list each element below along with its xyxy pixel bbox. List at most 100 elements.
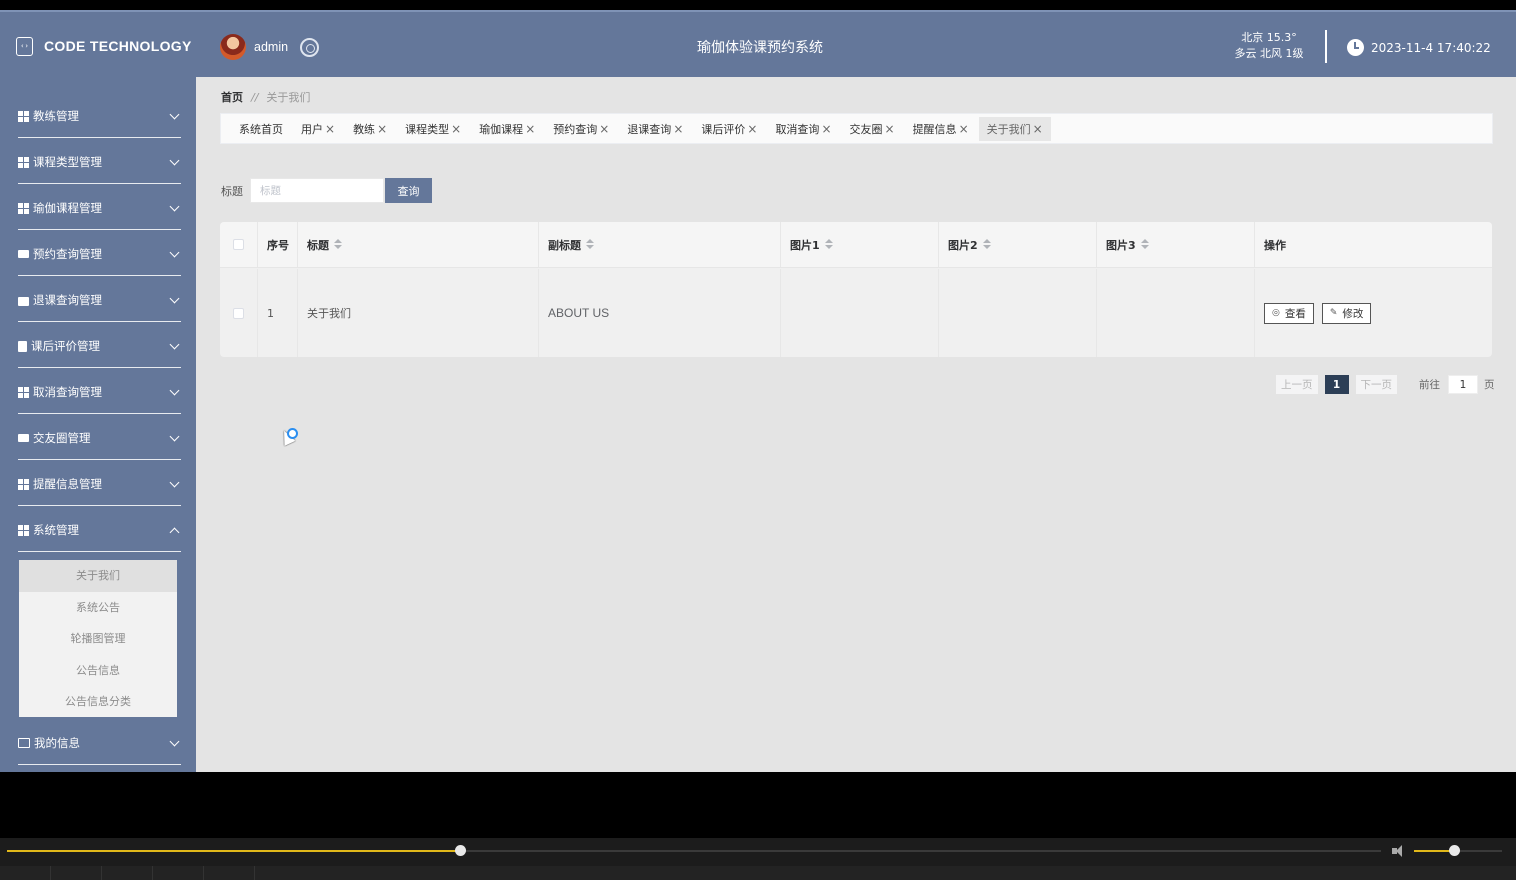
column-header-index: 序号 [258,222,298,267]
tab-label: 瑜伽课程 [479,122,524,136]
tab-7[interactable]: 课后评价 × [693,117,765,141]
submenu-item-carousel[interactable]: 轮播图管理 [19,623,177,655]
volume-handle[interactable] [1448,845,1460,856]
loading-spinner-icon [287,428,298,439]
monitor-icon [18,434,29,442]
next-page-button[interactable]: 下一页 [1355,375,1397,394]
tab-3[interactable]: 课程类型 × [397,117,469,141]
sidebar-item-system[interactable]: 系统管理 [0,505,196,552]
goto-page-input[interactable]: 1 [1448,375,1478,394]
sidebar-item-cancel[interactable]: 取消查询管理 [0,367,196,414]
divider [18,764,181,765]
sort-icon[interactable] [982,239,991,250]
column-header-image2[interactable]: 图片2 [939,222,1097,267]
column-header-subtitle[interactable]: 副标题 [539,222,781,267]
tab-4[interactable]: 瑜伽课程 × [471,117,543,141]
view-button[interactable]: ◎ 查看 [1264,302,1314,324]
close-icon[interactable]: × [959,122,969,136]
search-button[interactable]: 查询 [385,178,432,203]
sort-icon[interactable] [1140,239,1149,250]
weather-widget: 北京 15.3° 多云 北风 1级 [1226,30,1312,62]
volume-icon[interactable] [1392,844,1407,857]
sort-icon[interactable] [586,239,594,250]
tab-9[interactable]: 交友圈 × [842,117,903,141]
close-icon[interactable]: × [451,122,461,136]
chevron-down-icon [169,339,180,350]
close-icon[interactable]: × [377,122,387,136]
weather-condition: 多云 北风 1级 [1234,47,1304,60]
sidebar-item-social[interactable]: 交友圈管理 [0,413,196,460]
sidebar-item-my-info[interactable]: 我的信息 [0,718,196,765]
cell-title: 关于我们 [298,269,539,357]
column-header-title[interactable]: 标题 [298,222,539,267]
cell-image2 [939,269,1097,357]
page-number-current[interactable]: 1 [1324,375,1349,394]
tab-label: 提醒信息 [912,122,957,136]
clock: 2023-11-4 17:40:22 [1347,39,1491,56]
avatar[interactable] [220,34,246,60]
datetime: 2023-11-4 17:40:22 [1371,40,1491,55]
sort-icon[interactable] [334,239,342,250]
chevron-down-icon [169,109,180,120]
tab-11[interactable]: 关于我们 × [978,116,1051,141]
sort-icon[interactable] [824,239,833,250]
prev-page-button[interactable]: 上一页 [1276,375,1318,394]
sidebar-item-withdraw[interactable]: 退课查询管理 [0,275,196,322]
breadcrumb-home[interactable]: 首页 [221,89,243,105]
settings-icon[interactable] [300,37,320,57]
user-menu[interactable]: admin [220,34,320,60]
close-icon[interactable]: × [747,122,757,136]
submenu-item-notice[interactable]: 系统公告 [19,592,177,624]
card-icon [18,738,30,748]
submenu-item-about[interactable]: 关于我们 [19,560,177,592]
tab-label: 取消查询 [775,122,820,136]
tab-5[interactable]: 预约查询 × [545,117,617,141]
close-icon[interactable]: × [821,122,831,136]
chevron-down-icon [169,155,180,166]
sidebar-item-course-type[interactable]: 课程类型管理 [0,137,196,184]
username[interactable]: admin [254,40,288,54]
submenu-item-announcement[interactable]: 公告信息 [19,655,177,687]
breadcrumb: 首页 // 关于我们 [221,89,310,105]
sidebar-item-reminder[interactable]: 提醒信息管理 [0,459,196,506]
sidebar-item-booking[interactable]: 预约查询管理 [0,229,196,276]
column-label: 标题 [307,238,329,252]
sidebar-item-yoga-course[interactable]: 瑜伽课程管理 [0,183,196,230]
tab-bar: 系统首页 用户 × 教练 × 课程类型 × 瑜伽课程 × 预约查询 × 退课查询 × 课后评价 × 取消查询 ×… [220,113,1493,144]
sidebar-item-review[interactable]: 课后评价管理 [0,321,196,368]
cell-index: 1 [258,269,298,357]
seek-bar[interactable] [7,845,1381,856]
seek-handle[interactable] [455,845,467,856]
column-header-image3[interactable]: 图片3 [1097,222,1255,267]
tab-8[interactable]: 取消查询 × [767,117,839,141]
chevron-down-icon [169,736,180,747]
close-icon[interactable]: × [885,122,895,136]
tab-2[interactable]: 教练 × [345,117,395,141]
row-select-cell [220,269,258,357]
close-icon[interactable]: × [325,122,335,136]
tab-0[interactable]: 系统首页 [231,117,291,141]
search-input[interactable] [250,178,384,203]
submenu-item-announcement-category[interactable]: 公告信息分类 [19,686,177,718]
grid-icon [18,202,29,214]
tab-label: 课后评价 [701,122,746,136]
tab-1[interactable]: 用户 × [293,117,343,141]
column-header-image1[interactable]: 图片1 [781,222,939,267]
close-icon[interactable]: × [599,122,609,136]
close-icon[interactable]: × [1033,122,1043,136]
column-label: 操作 [1264,238,1286,252]
sidebar-item-coach[interactable]: 教练管理 [0,91,196,138]
sidebar-item-label: 课后评价管理 [31,339,100,353]
breadcrumb-current: 关于我们 [266,91,311,104]
tab-6[interactable]: 退课查询 × [619,117,691,141]
close-icon[interactable]: × [525,122,535,136]
eye-icon: ◎ [1272,308,1280,318]
grid-icon [18,110,29,122]
row-checkbox[interactable] [233,307,244,319]
select-all-checkbox[interactable] [233,239,244,250]
close-icon[interactable]: × [673,122,683,136]
volume-slider[interactable] [1414,845,1502,856]
sidebar-item-label: 瑜伽课程管理 [33,201,102,215]
edit-button[interactable]: ✎ 修改 [1321,302,1372,324]
tab-10[interactable]: 提醒信息 × [905,117,977,141]
